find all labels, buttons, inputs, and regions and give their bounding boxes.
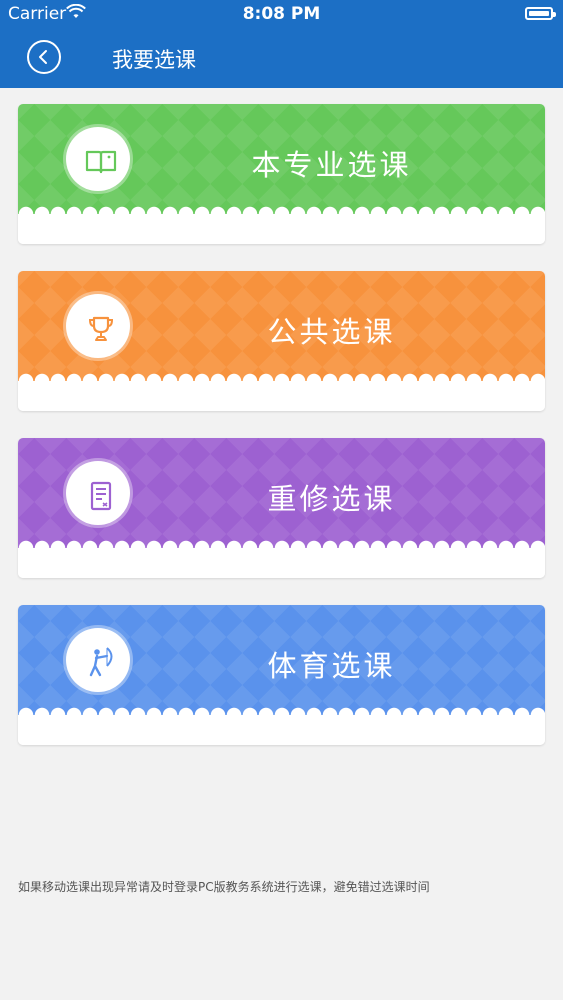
course-card-major[interactable]: 本专业选课	[18, 104, 545, 244]
status-bar: Carrier 8:08 PM	[0, 0, 563, 30]
course-card-retake[interactable]: 重修选课	[18, 438, 545, 578]
course-card-pe[interactable]: 体育选课	[18, 605, 545, 745]
document-icon	[66, 461, 130, 525]
navigation-bar: Carrier 8:08 PM 我要选课	[0, 0, 563, 88]
archer-icon	[66, 628, 130, 692]
status-time: 8:08 PM	[242, 4, 321, 24]
page-title: 我要选课	[112, 48, 196, 72]
battery-icon	[525, 7, 556, 20]
chevron-left-icon	[39, 50, 47, 64]
course-card-label: 重修选课	[267, 482, 396, 516]
course-card-label: 公共选课	[267, 315, 396, 349]
trophy-icon	[66, 294, 130, 358]
book-icon	[66, 127, 130, 191]
footer-note: 如果移动选课出现异常请及时登录PC版教务系统进行选课，避免错过选课时间	[18, 880, 430, 894]
course-card-public[interactable]: 公共选课	[18, 271, 545, 411]
course-card-label: 本专业选课	[251, 148, 412, 182]
back-button[interactable]	[27, 40, 61, 74]
course-card-label: 体育选课	[267, 649, 396, 683]
